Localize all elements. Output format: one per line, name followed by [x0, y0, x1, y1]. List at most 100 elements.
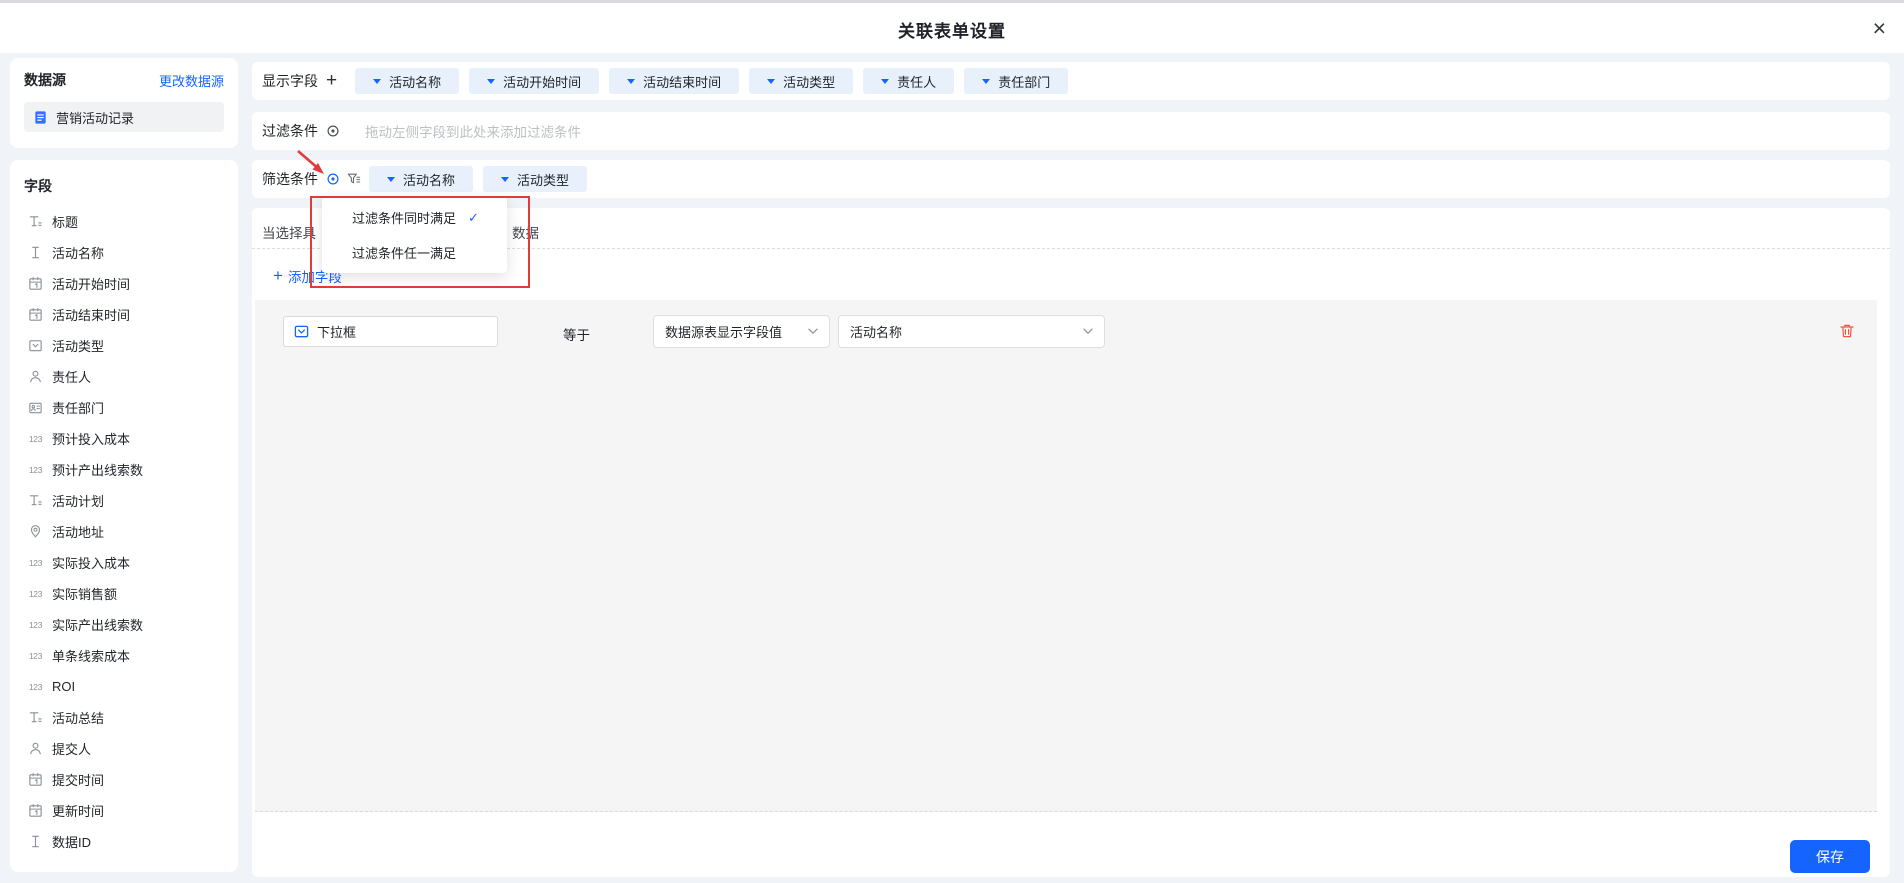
close-icon[interactable]: ×	[1873, 16, 1886, 40]
display-field-tag[interactable]: 活动名称	[355, 68, 459, 94]
input-icon	[28, 245, 43, 260]
field-item-expected-leads[interactable]: 123 预计产出线索数	[24, 454, 224, 485]
field-item-activity-address[interactable]: 活动地址	[24, 516, 224, 547]
textarea-icon	[28, 493, 43, 508]
field-item-activity-summary[interactable]: 活动总结	[24, 702, 224, 733]
value-source-select[interactable]: 数据源表显示字段值	[653, 315, 830, 348]
dropdown-option-any-match[interactable]: 过滤条件任一满足	[322, 235, 507, 270]
calendar-icon	[28, 803, 43, 818]
tag-label: 责任人	[897, 72, 936, 91]
select-field-icon	[294, 324, 309, 339]
textarea-icon	[28, 710, 43, 725]
caret-down-icon	[501, 177, 509, 182]
department-icon	[28, 400, 43, 415]
fields-title: 字段	[24, 176, 224, 196]
person-icon	[28, 369, 43, 384]
save-button[interactable]: 保存	[1790, 840, 1870, 873]
caret-down-icon	[767, 79, 775, 84]
value-select[interactable]: 活动名称	[838, 315, 1105, 348]
field-item-activity-type[interactable]: 活动类型	[24, 330, 224, 361]
field-label: 提交人	[52, 739, 91, 758]
option-label: 过滤条件任一满足	[352, 243, 456, 262]
tag-label: 活动开始时间	[503, 72, 581, 91]
panel-text-left: 当选择具	[262, 222, 316, 242]
dialog-header: 关联表单设置 ×	[0, 0, 1904, 53]
datasource-selected-item[interactable]: 营销活动记录	[24, 102, 224, 132]
field-item-end-time[interactable]: 活动结束时间	[24, 299, 224, 330]
display-fields-row: 显示字段 + 活动名称 活动开始时间 活动结束时间 活动类型 责任人 责任部门	[252, 62, 1890, 100]
location-icon	[28, 524, 43, 539]
add-display-field-icon[interactable]: +	[326, 72, 337, 90]
tag-label: 活动类型	[783, 72, 835, 91]
dropdown-option-all-match[interactable]: 过滤条件同时满足 ✓	[322, 200, 507, 235]
condition-list-area: 下拉框 等于 数据源表显示字段值 活动名称	[255, 300, 1877, 812]
screen-condition-tag[interactable]: 活动类型	[483, 166, 587, 192]
field-item-owner[interactable]: 责任人	[24, 361, 224, 392]
datasource-panel: 数据源 更改数据源 营销活动记录	[10, 58, 238, 148]
field-label: 活动类型	[52, 336, 104, 355]
field-item-actual-cost[interactable]: 123实际投入成本	[24, 547, 224, 578]
field-label: 单条线索成本	[52, 646, 130, 665]
field-item-submit-time[interactable]: 提交时间	[24, 764, 224, 795]
calendar-icon	[28, 307, 43, 322]
field-label: 提交时间	[52, 770, 104, 789]
display-field-tag[interactable]: 活动类型	[749, 68, 853, 94]
filter-settings-icon[interactable]	[347, 172, 361, 186]
field-label: 活动开始时间	[52, 274, 130, 293]
number-icon: 123	[28, 589, 43, 599]
screen-condition-tag[interactable]: 活动名称	[369, 166, 473, 192]
field-item-update-time[interactable]: 更新时间	[24, 795, 224, 826]
target-icon[interactable]	[326, 172, 340, 186]
field-item-expected-cost[interactable]: 123 预计投入成本	[24, 423, 224, 454]
caret-down-icon	[487, 79, 495, 84]
number-icon: 123	[28, 651, 43, 661]
field-item-submitter[interactable]: 提交人	[24, 733, 224, 764]
field-item-actual-sales[interactable]: 123实际销售额	[24, 578, 224, 609]
field-item-title[interactable]: 标题	[24, 206, 224, 237]
field-item-activity-plan[interactable]: 活动计划	[24, 485, 224, 516]
plus-icon: +	[273, 267, 283, 285]
field-item-activity-name[interactable]: 活动名称	[24, 237, 224, 268]
field-label: 活动名称	[52, 243, 104, 262]
field-label: 责任人	[52, 367, 91, 386]
field-item-data-id[interactable]: 数据ID	[24, 826, 224, 857]
value-source-label: 数据源表显示字段值	[665, 322, 782, 341]
field-label: 预计投入成本	[52, 429, 130, 448]
value-label: 活动名称	[850, 322, 902, 341]
datasource-item-label: 营销活动记录	[56, 108, 134, 127]
number-icon: 123	[28, 465, 43, 475]
field-item-start-time[interactable]: 活动开始时间	[24, 268, 224, 299]
filter-conditions-label: 过滤条件	[262, 121, 318, 141]
number-icon: 123	[28, 558, 43, 568]
field-item-actual-leads[interactable]: 123实际产出线索数	[24, 609, 224, 640]
number-icon: 123	[28, 682, 43, 692]
field-label: ROI	[52, 679, 75, 694]
field-item-department[interactable]: 责任部门	[24, 392, 224, 423]
fields-panel: 字段 标题 活动名称 活动开始时间 活动结束时间 活动类型 责任人 责任部门 1…	[10, 160, 238, 872]
field-label: 预计产出线索数	[52, 460, 143, 479]
chevron-down-icon	[1083, 328, 1093, 335]
field-label: 活动结束时间	[52, 305, 130, 324]
filter-logic-dropdown: 过滤条件同时满足 ✓ 过滤条件任一满足	[322, 197, 507, 273]
conditions-panel: 当选择具 数据 + 添加字段 下拉框 等于 数据源表显示字段值 活动名称	[252, 208, 1890, 877]
display-field-tag[interactable]: 责任人	[863, 68, 954, 94]
display-field-tag[interactable]: 活动结束时间	[609, 68, 739, 94]
panel-text-right: 数据	[512, 222, 539, 242]
textarea-icon	[28, 214, 43, 229]
display-field-tag[interactable]: 活动开始时间	[469, 68, 599, 94]
calendar-icon	[28, 772, 43, 787]
chevron-down-icon	[808, 328, 818, 335]
filter-conditions-row[interactable]: 过滤条件 拖动左侧字段到此处来添加过滤条件	[252, 112, 1890, 150]
tag-label: 责任部门	[998, 72, 1050, 91]
display-field-tag[interactable]: 责任部门	[964, 68, 1068, 94]
calendar-icon	[28, 276, 43, 291]
field-item-cost-per-lead[interactable]: 123 单条线索成本	[24, 640, 224, 671]
field-label: 活动计划	[52, 491, 104, 510]
target-icon	[326, 124, 340, 138]
change-datasource-link[interactable]: 更改数据源	[159, 71, 224, 90]
number-icon: 123	[28, 434, 43, 444]
condition-field-box[interactable]: 下拉框	[283, 316, 498, 347]
field-item-roi[interactable]: 123 ROI	[24, 671, 224, 702]
delete-condition-icon[interactable]	[1839, 323, 1855, 339]
tag-label: 活动名称	[403, 170, 455, 189]
